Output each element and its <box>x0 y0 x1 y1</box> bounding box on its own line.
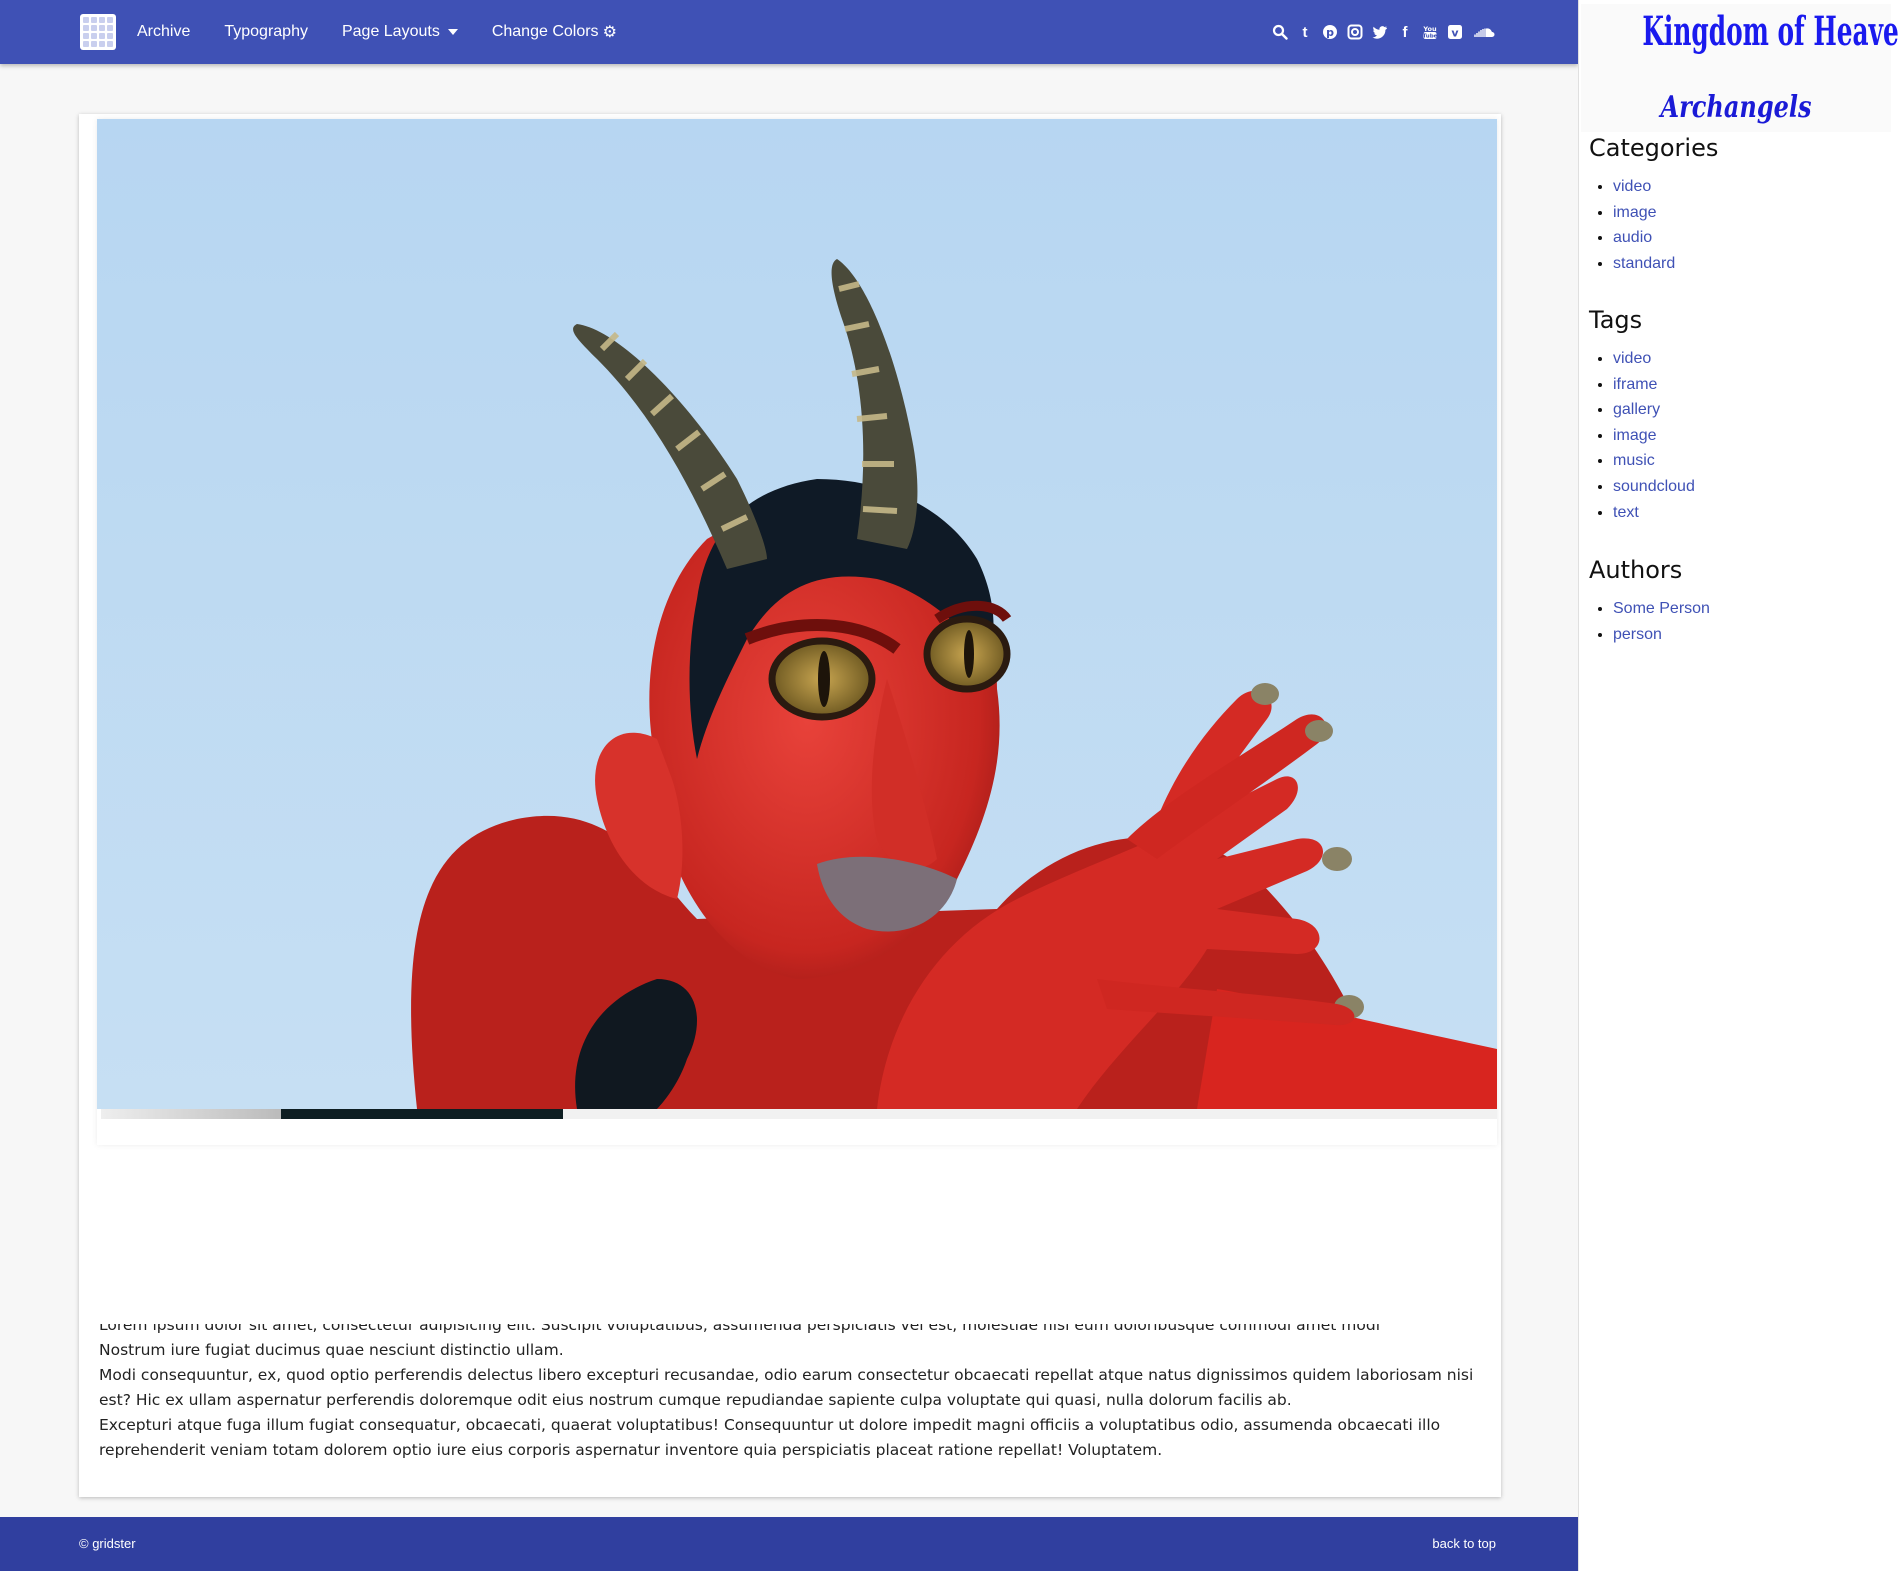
category-link[interactable]: image <box>1613 204 1657 221</box>
nav-archive-link[interactable]: Archive <box>137 23 190 41</box>
list-item: video <box>1613 174 1718 200</box>
list-item: standard <box>1613 251 1718 277</box>
tags-heading: Tags <box>1589 306 1643 334</box>
list-item: image <box>1613 423 1695 449</box>
hero-image[interactable] <box>97 119 1497 1145</box>
tag-link[interactable]: video <box>1613 350 1651 367</box>
top-navbar: Archive Typography Page Layouts Change C… <box>0 0 1578 64</box>
twitter-icon[interactable] <box>1372 24 1388 40</box>
paragraph-3: Modi consequuntur, ex, quod optio perfer… <box>99 1366 1474 1409</box>
tag-link[interactable]: music <box>1613 452 1655 469</box>
tags-widget: Tags video iframe gallery image music so… <box>1589 306 1695 525</box>
nav-links: Archive Typography Page Layouts Change C… <box>137 0 651 64</box>
list-item: gallery <box>1613 397 1695 423</box>
brand-title: Kingdom of Heaven TV <box>1642 8 1899 55</box>
nav-typography-link[interactable]: Typography <box>224 23 308 41</box>
svg-text:p: p <box>1326 26 1334 39</box>
tumblr-icon[interactable]: t <box>1297 24 1313 41</box>
red-devil-statue-image <box>97 119 1497 1109</box>
tags-list: video iframe gallery image music soundcl… <box>1589 346 1695 525</box>
list-item: iframe <box>1613 372 1695 398</box>
tag-link[interactable]: text <box>1613 504 1639 521</box>
caret-down-icon <box>447 29 458 35</box>
paragraph-2: Nostrum iure fugiat ducimus quae nesciun… <box>99 1341 564 1359</box>
back-to-top-link[interactable]: back to top <box>1432 1517 1496 1571</box>
svg-text:You: You <box>1422 25 1437 33</box>
footer: © gridster back to top <box>0 1517 1578 1571</box>
vimeo-icon[interactable]: v <box>1447 24 1463 40</box>
nav-change-colors-label: Change Colors <box>491 23 599 40</box>
footer-copyright: © gridster <box>79 1536 136 1551</box>
author-link[interactable]: Some Person <box>1613 600 1710 617</box>
image-progress-bar[interactable] <box>101 1109 1497 1119</box>
categories-widget: Categories video image audio standard <box>1589 134 1718 276</box>
clipped-paragraph: Lorem ipsum dolor sit amet, consectetur … <box>99 1324 1479 1338</box>
category-link[interactable]: standard <box>1613 255 1675 272</box>
paragraph-1: Lorem ipsum dolor sit amet, consectetur … <box>99 1324 1381 1334</box>
article-card: Lorem ipsum dolor sit amet, consectetur … <box>79 114 1501 1497</box>
nav-page-layouts-label: Page Layouts <box>341 23 440 40</box>
nav-typography-label: Typography <box>224 23 308 40</box>
progress-fade <box>101 1109 281 1119</box>
svg-text:Tube: Tube <box>1423 34 1438 40</box>
list-item: image <box>1613 200 1718 226</box>
authors-widget: Authors Some Person person <box>1589 556 1710 647</box>
authors-list: Some Person person <box>1589 596 1710 647</box>
list-item: music <box>1613 448 1695 474</box>
tag-link[interactable]: iframe <box>1613 376 1657 393</box>
category-link[interactable]: audio <box>1613 229 1652 246</box>
paragraph-4: Excepturi atque fuga illum fugiat conseq… <box>99 1416 1441 1459</box>
list-item: person <box>1613 622 1710 648</box>
facebook-icon[interactable]: f <box>1397 24 1413 41</box>
nav-archive-label: Archive <box>137 23 191 40</box>
progress-fill <box>281 1109 563 1119</box>
gear-icon: ⚙ <box>602 24 617 41</box>
search-icon[interactable] <box>1272 24 1288 40</box>
categories-list: video image audio standard <box>1589 174 1718 276</box>
nav-page-layouts-dropdown[interactable]: Page Layouts <box>342 23 458 41</box>
tag-link[interactable]: gallery <box>1613 401 1660 418</box>
list-item: Some Person <box>1613 596 1710 622</box>
brand-subtitle: Archangels <box>1660 90 1812 125</box>
right-sidebar: Kingdom of Heaven TV Archangels Categori… <box>1578 0 1899 1571</box>
pinterest-icon[interactable]: p <box>1322 24 1338 40</box>
tag-link[interactable]: soundcloud <box>1613 478 1695 495</box>
list-item: text <box>1613 500 1695 526</box>
instagram-icon[interactable] <box>1347 24 1363 40</box>
list-item: soundcloud <box>1613 474 1695 500</box>
list-item: video <box>1613 346 1695 372</box>
authors-heading: Authors <box>1589 556 1683 584</box>
category-link[interactable]: video <box>1613 178 1651 195</box>
list-item: audio <box>1613 225 1718 251</box>
author-link[interactable]: person <box>1613 626 1662 643</box>
soundcloud-icon[interactable] <box>1472 24 1496 40</box>
categories-heading: Categories <box>1589 134 1719 162</box>
tag-link[interactable]: image <box>1613 427 1657 444</box>
nav-change-colors-button[interactable]: Change Colors ⚙ <box>492 22 617 42</box>
svg-text:v: v <box>1451 27 1459 40</box>
article-body: Lorem ipsum dolor sit amet, consectetur … <box>99 1324 1479 1463</box>
youtube-icon[interactable]: You Tube <box>1422 24 1438 40</box>
social-icons: t p f You Tube v <box>1263 0 1496 64</box>
grid-logo-icon[interactable] <box>80 14 116 50</box>
brand-logo[interactable]: Kingdom of Heaven TV Archangels <box>1581 4 1899 132</box>
